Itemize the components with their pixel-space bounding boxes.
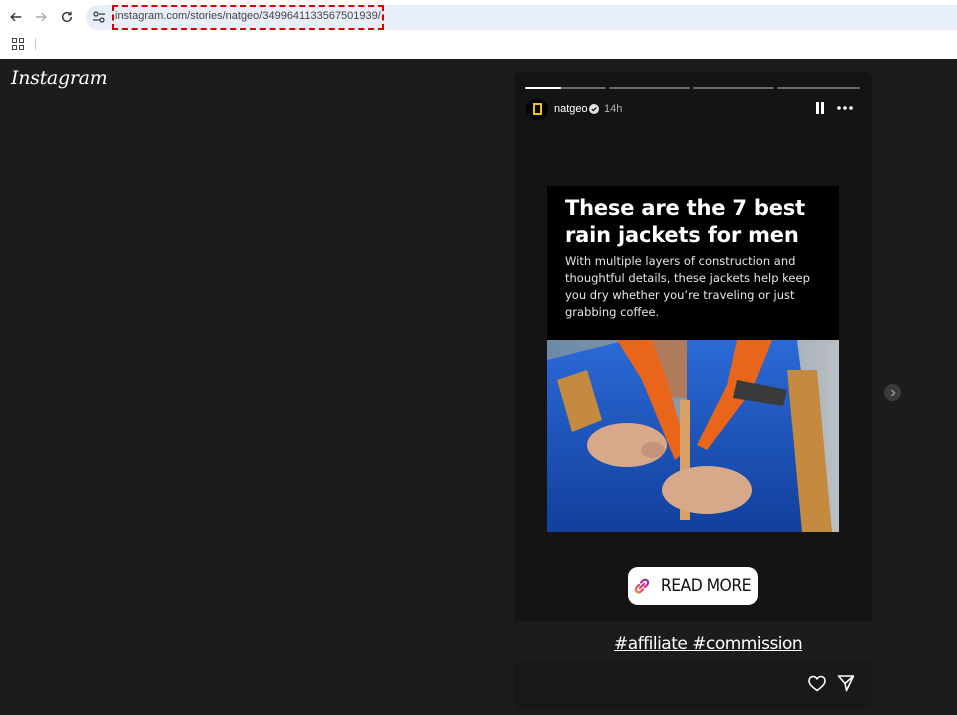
- avatar[interactable]: [526, 98, 548, 120]
- apps-grid-icon[interactable]: [12, 38, 24, 50]
- chevron-right-icon: [890, 389, 895, 396]
- story-card: These are the 7 best rain jackets for me…: [547, 186, 839, 532]
- link-icon: [634, 578, 650, 594]
- next-story-button[interactable]: [884, 384, 901, 401]
- jacket-photo: [547, 340, 839, 532]
- story-progress-fill: [525, 87, 562, 89]
- url-highlight-box: [112, 5, 384, 30]
- arrow-left-icon: [10, 12, 22, 22]
- pause-icon[interactable]: [815, 102, 825, 114]
- story-timestamp: 14h: [604, 103, 623, 115]
- bookmarks-divider: [35, 38, 36, 50]
- story-progress-bar: [777, 87, 860, 89]
- bookmarks-bar: [0, 34, 957, 59]
- instagram-page: Instagram natgeo 14h These are the 7 bes…: [0, 59, 957, 715]
- story-progress-bar: [693, 87, 774, 89]
- send-icon[interactable]: [837, 674, 855, 692]
- verified-badge-icon: [589, 104, 599, 114]
- natgeo-logo-icon: [532, 103, 542, 115]
- card-title: These are the 7 best rain jackets for me…: [565, 196, 805, 247]
- story-username[interactable]: natgeo: [554, 103, 588, 115]
- story-hashtags[interactable]: #affiliate #commission: [614, 634, 803, 654]
- heart-icon[interactable]: [808, 675, 826, 692]
- back-button[interactable]: [7, 8, 25, 26]
- story-progress-bar: [525, 87, 606, 89]
- card-text-panel: These are the 7 best rain jackets for me…: [547, 186, 839, 340]
- forward-button[interactable]: [32, 8, 50, 26]
- card-body: With multiple layers of construction and…: [565, 254, 810, 319]
- reload-icon: [61, 11, 73, 23]
- reload-button[interactable]: [58, 8, 76, 26]
- tune-icon[interactable]: [92, 10, 106, 24]
- read-more-link-sticker[interactable]: READ MORE: [628, 567, 758, 605]
- story-progress-bar: [609, 87, 690, 89]
- story-viewer[interactable]: natgeo 14h These are the 7 best rain jac…: [514, 72, 872, 621]
- read-more-label: READ MORE: [660, 576, 752, 596]
- instagram-logo[interactable]: Instagram: [11, 67, 108, 89]
- arrow-right-icon: [35, 12, 47, 22]
- more-options-icon[interactable]: [837, 106, 853, 110]
